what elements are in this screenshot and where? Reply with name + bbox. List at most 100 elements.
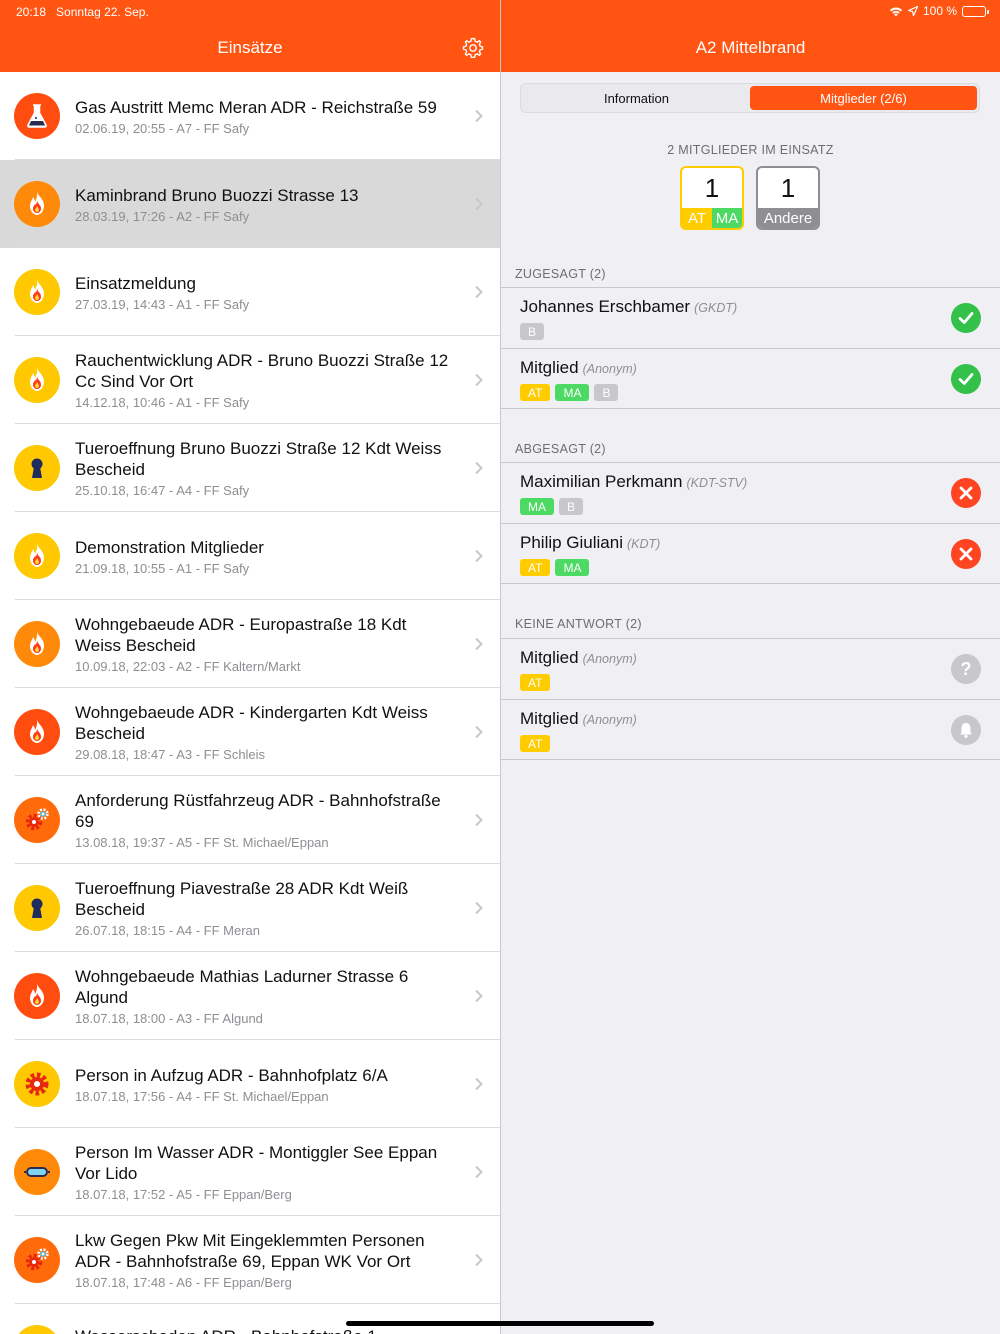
detail-title: A2 Mittelbrand xyxy=(695,38,806,57)
chevron-right-icon xyxy=(475,373,483,387)
member-row[interactable]: Philip Giuliani (KDT) AT MA xyxy=(501,523,1000,583)
incident-row[interactable]: Rauchentwicklung ADR - Bruno Buozzi Stra… xyxy=(0,336,500,424)
incident-title: Gas Austritt Memc Meran ADR - Reichstraß… xyxy=(75,97,437,117)
member-tags: AT xyxy=(520,735,551,752)
chevron-right-icon xyxy=(475,285,483,299)
x-icon xyxy=(951,478,981,508)
incident-row[interactable]: Gas Austritt Memc Meran ADR - Reichstraß… xyxy=(0,72,500,160)
segmented-control[interactable]: Information Mitglieder (2/6) xyxy=(520,83,980,113)
stat-box-at-ma: 1 AT MA xyxy=(680,166,744,230)
incident-title: Kaminbrand Bruno Buozzi Strasse 13 xyxy=(75,185,359,205)
member-row[interactable]: Mitglied (Anonym) AT xyxy=(501,699,1000,759)
fire-icon xyxy=(14,533,60,579)
battery-icon xyxy=(962,5,989,17)
incident-subtitle: 02.06.19, 20:55 - A7 - FF Safy xyxy=(75,120,250,136)
keyhole-icon xyxy=(14,885,60,931)
incident-row[interactable]: Einsatzmeldung 27.03.19, 14:43 - A1 - FF… xyxy=(0,248,500,336)
status-icons: 100 % xyxy=(889,4,989,18)
member-row[interactable]: Mitglied (Anonym) AT MA B xyxy=(501,348,1000,408)
location-icon xyxy=(907,6,918,16)
fire-icon xyxy=(14,1325,60,1334)
member-rank: (KDT) xyxy=(627,537,661,551)
member-name: Johannes Erschbamer xyxy=(520,297,691,316)
qualification-tag: B xyxy=(559,498,584,515)
qualification-tag: MA xyxy=(555,384,590,401)
chevron-right-icon xyxy=(475,637,483,651)
incident-title: Tueroeffnung Bruno Buozzi Straße 12 Kdt … xyxy=(75,439,442,479)
fire-icon xyxy=(14,973,60,1019)
goggles-icon xyxy=(14,1149,60,1195)
chevron-right-icon xyxy=(475,1077,483,1091)
fire-icon xyxy=(14,181,60,227)
member-rank: (Anonym) xyxy=(582,652,637,666)
chevron-right-icon xyxy=(475,1165,483,1179)
member-tags: AT MA xyxy=(520,559,590,576)
check-icon xyxy=(951,364,981,394)
declined-members-group: Maximilian Perkmann (KDT-STV) MA B Philip … xyxy=(501,462,1000,584)
incident-row[interactable]: Wohngebaeude Mathias Ladurner Strasse 6 … xyxy=(0,952,500,1040)
incident-row[interactable]: Person in Aufzug ADR - Bahnhofplatz 6/A … xyxy=(0,1040,500,1128)
chevron-right-icon xyxy=(475,989,483,1003)
chevron-right-icon xyxy=(475,461,483,475)
member-name: Philip Giuliani xyxy=(520,533,623,552)
x-icon xyxy=(951,539,981,569)
member-row[interactable]: Maximilian Perkmann (KDT-STV) MA B xyxy=(501,463,1000,523)
gears-icon xyxy=(14,797,60,843)
incident-title: Person in Aufzug ADR - Bahnhofplatz 6/A xyxy=(75,1065,388,1085)
stat-label-other: Andere xyxy=(758,208,818,228)
incident-row[interactable]: Wohngebaeude ADR - Europastraße 18 Kdt W… xyxy=(0,600,500,688)
bell-icon xyxy=(951,715,981,745)
incident-subtitle: 25.10.18, 16:47 - A4 - FF Safy xyxy=(75,483,250,498)
home-indicator[interactable] xyxy=(346,1321,654,1326)
incident-title: Wasserschaden ADR - Bahnhofstraße 1, Neu… xyxy=(75,1326,452,1334)
stat-count: 1 xyxy=(780,172,796,203)
chevron-right-icon xyxy=(475,109,483,123)
incident-row[interactable]: Wasserschaden ADR - Bahnhofstraße 1, Neu… xyxy=(0,1304,500,1334)
chevron-right-icon xyxy=(475,725,483,739)
member-row[interactable]: Mitglied (Anonym) AT ? xyxy=(501,639,1000,699)
stat-tag-ma: MA xyxy=(712,208,742,228)
incident-row[interactable]: Tueroeffnung Piavestraße 28 ADR Kdt Weiß… xyxy=(0,864,500,952)
incident-row[interactable]: Person Im Wasser ADR - Montiggler See Ep… xyxy=(0,1128,500,1216)
incident-row[interactable]: Anforderung Rüstfahrzeug ADR - Bahnhofst… xyxy=(0,776,500,864)
incident-subtitle: 18.07.18, 17:52 - A5 - FF Eppan/Berg xyxy=(75,1187,292,1202)
fire-icon xyxy=(14,709,60,755)
incident-subtitle: 27.03.19, 14:43 - A1 - FF Safy xyxy=(75,296,250,312)
incident-row[interactable]: Kaminbrand Bruno Buozzi Strasse 13 28.03… xyxy=(0,160,500,248)
incident-title: Lkw Gegen Pkw Mit Eingeklemmten Personen… xyxy=(75,1231,425,1271)
stat-tag-at: AT xyxy=(682,208,712,228)
fire-icon xyxy=(14,357,60,403)
battery-percent: 100 % xyxy=(922,4,957,18)
incident-subtitle: 29.08.18, 18:47 - A3 - FF Schleis xyxy=(75,747,266,762)
gears-icon xyxy=(14,1237,60,1283)
incident-row[interactable]: Wohngebaeude ADR - Kindergarten Kdt Weis… xyxy=(0,688,500,776)
member-row[interactable]: Johannes Erschbamer (GKDT) B xyxy=(501,288,1000,348)
member-tags: AT xyxy=(520,674,551,691)
incident-title: Wohngebaeude ADR - Europastraße 18 Kdt W… xyxy=(75,615,407,655)
member-tags: B xyxy=(520,323,545,340)
settings-gear-icon[interactable] xyxy=(461,36,485,60)
qualification-tag: MA xyxy=(555,559,590,576)
incident-row[interactable]: Lkw Gegen Pkw Mit Eingeklemmten Personen… xyxy=(0,1216,500,1304)
stat-box-other: 1 Andere xyxy=(756,166,820,230)
no-answer-members-group: Mitglied (Anonym) AT ? Mitglied (Anonym) A… xyxy=(501,638,1000,760)
member-tags: MA B xyxy=(520,498,584,515)
accepted-members-group: Johannes Erschbamer (GKDT) B Mitglied (Ano… xyxy=(501,287,1000,409)
stat-count: 1 xyxy=(704,172,720,203)
tab-members[interactable]: Mitglieder (2/6) xyxy=(750,86,977,110)
tab-information[interactable]: Information xyxy=(523,86,750,110)
wifi-icon xyxy=(889,7,902,16)
incident-title: Tueroeffnung Piavestraße 28 ADR Kdt Weiß… xyxy=(75,879,409,919)
incident-title: Wohngebaeude Mathias Ladurner Strasse 6 … xyxy=(75,967,409,1007)
list-title: Einsätze xyxy=(217,38,283,57)
incident-row[interactable]: Demonstration Mitglieder 21.09.18, 10:55… xyxy=(0,512,500,600)
member-name: Mitglied xyxy=(520,648,579,667)
qualification-tag: AT xyxy=(520,384,551,401)
member-rank: (GKDT) xyxy=(694,301,738,315)
incident-row[interactable]: Tueroeffnung Bruno Buozzi Straße 12 Kdt … xyxy=(0,424,500,512)
fire-icon xyxy=(14,621,60,667)
incident-subtitle: 13.08.18, 19:37 - A5 - FF St. Michael/Ep… xyxy=(75,835,329,850)
qualification-tag: AT xyxy=(520,674,551,691)
incident-list[interactable]: Gas Austritt Memc Meran ADR - Reichstraß… xyxy=(0,72,500,1334)
incident-title: Einsatzmeldung xyxy=(75,273,196,293)
